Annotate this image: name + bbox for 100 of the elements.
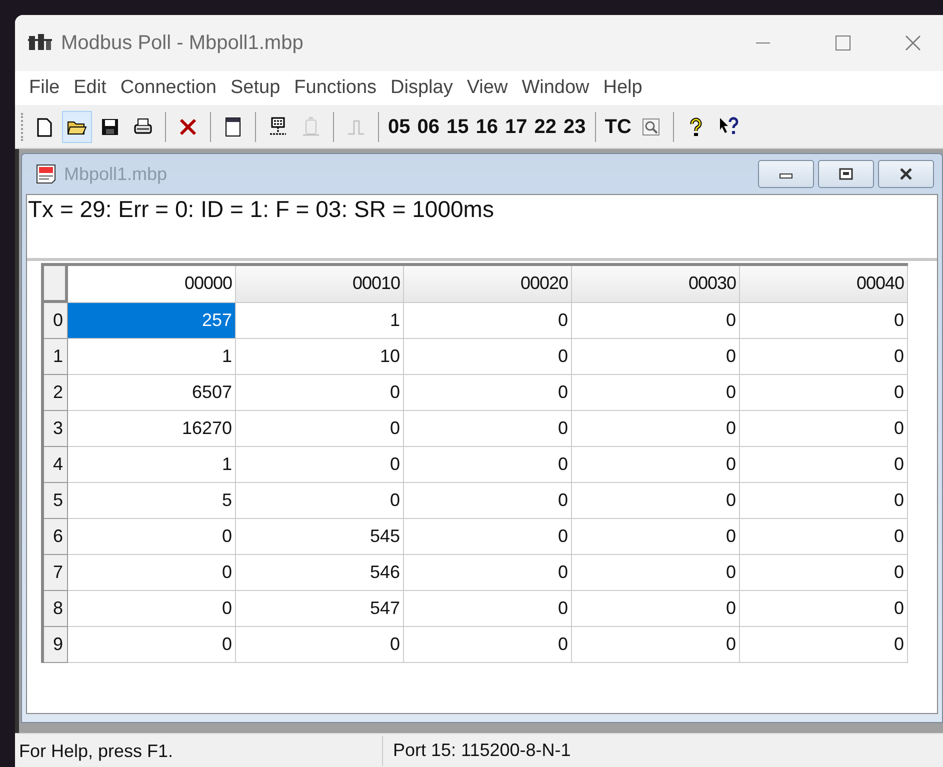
table-cell[interactable]: 1: [68, 339, 236, 375]
table-cell[interactable]: 0: [572, 411, 740, 447]
table-cell[interactable]: 0: [740, 339, 908, 375]
table-cell[interactable]: 546: [236, 555, 404, 591]
status-info-text: Tx = 29: Err = 0: ID = 1: F = 03: SR = 1000ms: [28, 196, 494, 222]
table-cell[interactable]: 0: [572, 483, 740, 519]
close-icon: [903, 33, 923, 53]
table-cell[interactable]: 0: [404, 627, 572, 663]
menu-item[interactable]: Display: [386, 74, 457, 102]
table-cell[interactable]: 0: [68, 627, 236, 663]
table-cell[interactable]: 0: [740, 483, 908, 519]
table-cell[interactable]: 16270: [68, 411, 236, 447]
function-button[interactable]: 15: [444, 110, 471, 142]
window-title: Modbus Poll - Mbpoll1.mbp: [61, 31, 304, 56]
document-title: Mbpoll1.mbp: [64, 162, 168, 186]
row-header: 8: [44, 591, 68, 627]
table-cell[interactable]: 1: [68, 447, 236, 483]
table-cell[interactable]: 5: [68, 483, 236, 519]
corner-header: [44, 266, 68, 303]
close-icon: [898, 167, 914, 181]
status-help-text: For Help, press F1.: [15, 736, 383, 766]
menu-item[interactable]: Setup: [226, 74, 284, 102]
table-cell[interactable]: 0: [740, 303, 908, 339]
table-cell[interactable]: 0: [236, 447, 404, 483]
table-cell[interactable]: 0: [68, 591, 236, 627]
row-header: 7: [44, 555, 68, 591]
row-header: 3: [44, 411, 68, 447]
column-header: 00020: [404, 266, 572, 303]
table-cell[interactable]: 0: [404, 375, 572, 411]
menu-item[interactable]: Edit: [70, 74, 110, 102]
table-cell[interactable]: 0: [68, 555, 236, 591]
table-cell[interactable]: 6507: [68, 375, 236, 411]
function-button[interactable]: 22: [532, 110, 558, 142]
row-header: 1: [44, 339, 68, 375]
table-cell[interactable]: 257: [68, 303, 236, 339]
table-cell[interactable]: 0: [740, 591, 908, 627]
restore-button[interactable]: [818, 160, 874, 188]
function-button[interactable]: 17: [503, 110, 530, 142]
table-cell[interactable]: 0: [236, 627, 404, 663]
table-cell[interactable]: 0: [404, 447, 572, 483]
row-header: 2: [44, 375, 68, 411]
table-cell[interactable]: 0: [404, 411, 572, 447]
menu-item[interactable]: File: [25, 74, 64, 102]
table-cell[interactable]: 0: [404, 483, 572, 519]
table-cell[interactable]: 0: [572, 303, 740, 339]
minimize-button[interactable]: [758, 160, 814, 188]
table-cell[interactable]: 0: [572, 519, 740, 555]
row-header: 5: [44, 483, 68, 519]
menu-item[interactable]: Window: [518, 74, 594, 102]
table-cell[interactable]: 0: [404, 339, 572, 375]
toolbar-button[interactable]: [62, 110, 92, 142]
table-cell[interactable]: 0: [572, 339, 740, 375]
table-cell[interactable]: 0: [572, 375, 740, 411]
close-button[interactable]: [878, 160, 934, 188]
document-icon: [34, 162, 58, 186]
menu-item[interactable]: Connection: [116, 74, 220, 102]
table-cell[interactable]: 0: [68, 519, 236, 555]
function-button[interactable]: 05: [386, 110, 412, 142]
table-cell[interactable]: 545: [236, 519, 404, 555]
row-header: 4: [44, 447, 68, 483]
column-header: 00040: [740, 266, 908, 303]
function-button[interactable]: 16: [474, 110, 500, 142]
table-cell[interactable]: 0: [740, 519, 908, 555]
table-cell[interactable]: 10: [236, 339, 404, 375]
column-header: 00030: [572, 266, 740, 303]
table-cell[interactable]: 0: [236, 483, 404, 519]
table-cell[interactable]: 0: [572, 591, 740, 627]
row-header: 0: [44, 303, 68, 339]
function-button[interactable]: 23: [562, 110, 588, 142]
monitor-icon: [640, 116, 662, 138]
status-port-text: Port 15: 115200-8-N-1: [392, 739, 571, 762]
function-button[interactable]: 06: [415, 110, 442, 142]
table-cell[interactable]: 0: [404, 555, 572, 591]
table-cell[interactable]: 0: [404, 519, 572, 555]
row-header: 9: [44, 627, 68, 663]
minimize-icon: [756, 42, 770, 44]
table-cell[interactable]: 1: [236, 303, 404, 339]
maximize-icon: [833, 33, 853, 53]
menu-item[interactable]: Help: [599, 74, 646, 102]
table-cell[interactable]: 0: [236, 411, 404, 447]
table-cell[interactable]: 0: [236, 375, 404, 411]
table-cell[interactable]: 0: [740, 375, 908, 411]
menu-item[interactable]: View: [462, 74, 512, 102]
table-cell[interactable]: 0: [740, 555, 908, 591]
table-cell[interactable]: 0: [740, 627, 908, 663]
table-cell[interactable]: 0: [740, 411, 908, 447]
connect-icon: [267, 116, 289, 138]
table-cell[interactable]: 0: [572, 447, 740, 483]
table-cell[interactable]: 0: [404, 591, 572, 627]
disconnect-icon: [300, 116, 322, 138]
function-button[interactable]: TC: [602, 110, 634, 142]
table-cell[interactable]: 0: [740, 447, 908, 483]
table-cell[interactable]: 0: [572, 627, 740, 663]
menu-item[interactable]: Functions: [290, 74, 381, 102]
table-cell[interactable]: 547: [236, 591, 404, 627]
column-header: 00010: [236, 266, 404, 303]
column-header: 00000: [68, 266, 236, 303]
table-cell[interactable]: 0: [572, 555, 740, 591]
table-cell[interactable]: 0: [404, 303, 572, 339]
row-header: 6: [44, 519, 68, 555]
